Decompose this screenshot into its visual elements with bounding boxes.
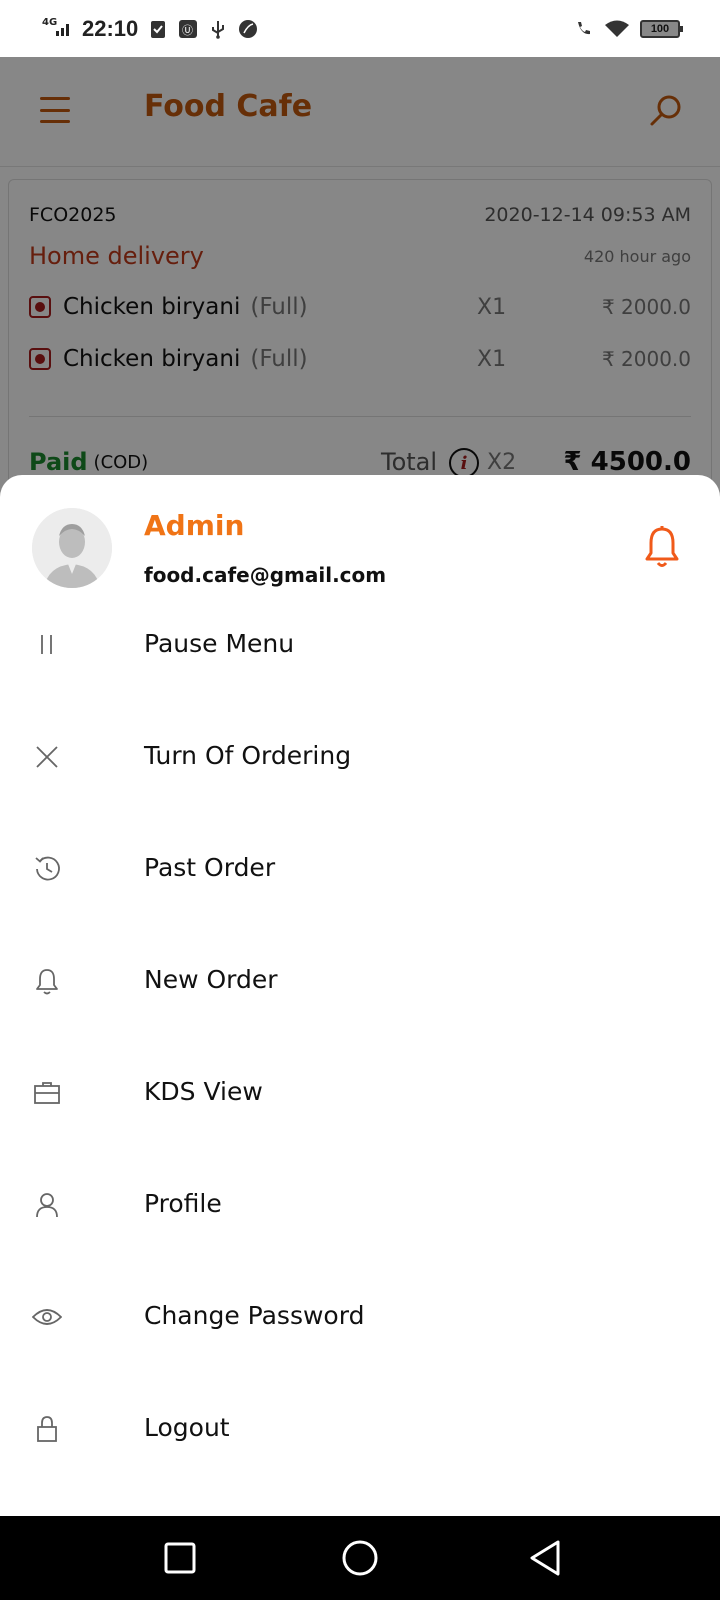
bell-icon (36, 969, 58, 995)
signal-icon: 4G (42, 16, 72, 41)
battery-level: 100 (650, 22, 670, 35)
user-name: Admin (144, 509, 245, 542)
svg-text:4G: 4G (42, 17, 57, 28)
menu-item-new-order[interactable]: New Order (0, 929, 720, 1041)
wifi-icon (605, 20, 629, 37)
usb-icon (212, 20, 225, 39)
avatar (32, 508, 112, 588)
briefcase-icon (34, 1082, 60, 1104)
clock: 22:10 (82, 15, 139, 41)
home-button-icon[interactable] (338, 1536, 382, 1580)
system-nav-bar (0, 1516, 720, 1600)
user-email: food.cafe@gmail.com (144, 563, 387, 587)
menu-item-label: Profile (144, 1189, 222, 1218)
back-button-icon[interactable] (524, 1536, 568, 1580)
menu-item-label: Past Order (144, 853, 276, 882)
menu-item-profile[interactable]: Profile (0, 1153, 720, 1265)
status-bar: 4G 22:10 Ⓤ 100 (0, 0, 720, 57)
menu-item-label: Logout (144, 1413, 230, 1442)
close-icon (36, 746, 58, 768)
leaf-icon (239, 19, 258, 38)
task-icon (151, 20, 166, 38)
menu-item-pause-menu[interactable]: Pause Menu (0, 593, 720, 705)
lock-icon (37, 1416, 57, 1442)
recents-button-icon[interactable] (158, 1536, 202, 1580)
usb-debug-icon: Ⓤ (179, 19, 198, 38)
menu-item-label: New Order (144, 965, 278, 994)
svg-text:Ⓤ: Ⓤ (182, 24, 193, 37)
menu-item-label: Pause Menu (144, 629, 295, 658)
menu-item-change-password[interactable]: Change Password (0, 1265, 720, 1377)
pause-icon (41, 635, 52, 654)
notification-bell-icon[interactable] (644, 525, 680, 569)
navigation-sheet: Admin food.cafe@gmail.com Pause Menu Tur… (0, 475, 720, 1515)
user-icon (36, 1193, 58, 1218)
wifi-calling-icon (578, 21, 590, 34)
battery-icon: 100 (640, 19, 683, 38)
eye-icon (32, 1309, 62, 1325)
drawer-menu: Pause Menu Turn Of Ordering Past Order N… (0, 593, 720, 1489)
menu-item-logout[interactable]: Logout (0, 1377, 720, 1489)
menu-item-label: Change Password (144, 1301, 365, 1330)
menu-item-label: Turn Of Ordering (144, 741, 352, 770)
menu-item-past-order[interactable]: Past Order (0, 817, 720, 929)
menu-item-kds-view[interactable]: KDS View (0, 1041, 720, 1153)
menu-item-label: KDS View (144, 1077, 263, 1106)
history-icon (35, 856, 60, 881)
menu-item-turn-off-ordering[interactable]: Turn Of Ordering (0, 705, 720, 817)
